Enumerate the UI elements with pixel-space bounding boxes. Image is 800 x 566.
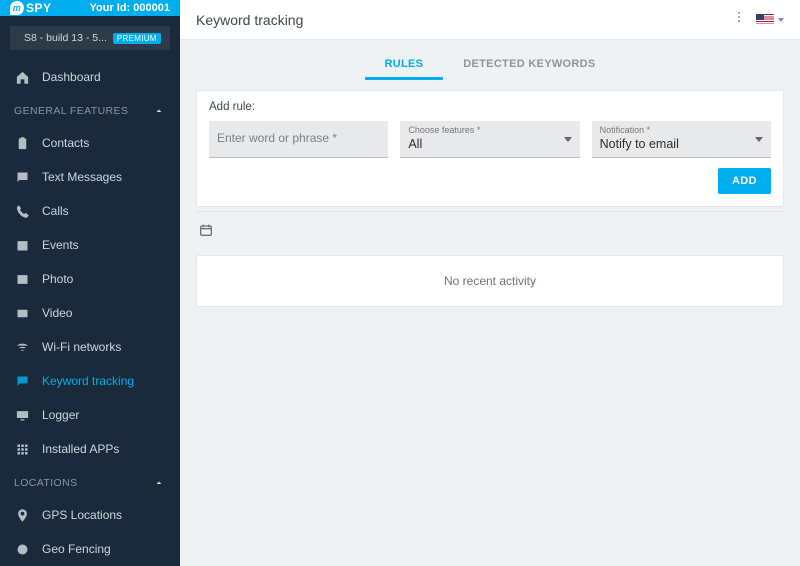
wifi-icon	[14, 339, 30, 355]
tab-bar: RULES DETECTED KEYWORDS	[180, 40, 800, 80]
notification-label: Notification *	[600, 125, 763, 135]
main-content: Keyword tracking RULES DETECTED KEYWORDS…	[180, 0, 800, 566]
sidebar-item-geo-fencing[interactable]: Geo Fencing	[0, 532, 180, 566]
target-icon	[14, 541, 30, 557]
page-title: Keyword tracking	[196, 12, 303, 28]
sidebar-item-label: Logger	[42, 408, 79, 422]
sidebar-item-dashboard[interactable]: Dashboard	[0, 60, 180, 94]
chevron-up-icon	[152, 476, 166, 490]
empty-state-text: No recent activity	[444, 274, 536, 288]
device-selector[interactable]: S8 - build 13 - 5... PREMIUM	[10, 26, 170, 50]
premium-badge: PREMIUM	[113, 33, 161, 44]
video-icon	[14, 305, 30, 321]
features-value: All	[408, 137, 571, 151]
sidebar-item-label: Keyword tracking	[42, 374, 134, 388]
clipboard-icon	[14, 135, 30, 151]
home-icon	[14, 69, 30, 85]
sidebar-item-label: Photo	[42, 272, 73, 286]
sidebar-item-label: Wi-Fi networks	[42, 340, 121, 354]
notification-value: Notify to email	[600, 137, 763, 151]
sidebar-item-label: Text Messages	[42, 170, 122, 184]
phrase-input[interactable]: Enter word or phrase *	[209, 121, 388, 158]
device-name: S8 - build 13 - 5...	[24, 32, 107, 44]
panel-title: Add rule:	[209, 101, 771, 113]
sidebar-item-logger[interactable]: Logger	[0, 398, 180, 432]
sidebar-item-label: Contacts	[42, 136, 89, 150]
chevron-up-icon	[152, 104, 166, 118]
top-bar: Keyword tracking	[180, 0, 800, 40]
section-general-features[interactable]: GENERAL FEATURES	[0, 94, 180, 126]
chevron-down-icon	[778, 18, 784, 22]
sidebar-item-gps[interactable]: GPS Locations	[0, 498, 180, 532]
sidebar-item-keyword-tracking[interactable]: Keyword tracking	[0, 364, 180, 398]
sidebar: mSPY Your Id: 000001 S8 - build 13 - 5..…	[0, 0, 180, 566]
phrase-placeholder: Enter word or phrase *	[217, 131, 380, 145]
sidebar-item-installed-apps[interactable]: Installed APPs	[0, 432, 180, 466]
image-icon	[14, 271, 30, 287]
sidebar-item-label: Geo Fencing	[42, 542, 111, 556]
sidebar-item-label: GPS Locations	[42, 508, 122, 522]
us-flag-icon	[756, 14, 774, 25]
language-selector[interactable]	[756, 14, 784, 25]
phone-icon	[14, 203, 30, 219]
grid-icon	[14, 441, 30, 457]
sidebar-item-photo[interactable]: Photo	[0, 262, 180, 296]
notification-select[interactable]: Notification * Notify to email	[592, 121, 771, 158]
chevron-down-icon	[755, 137, 763, 142]
section-title: GENERAL FEATURES	[14, 105, 128, 117]
sidebar-item-label: Video	[42, 306, 72, 320]
add-button[interactable]: ADD	[718, 168, 771, 194]
features-label: Choose features *	[408, 125, 571, 135]
sidebar-item-video[interactable]: Video	[0, 296, 180, 330]
tab-detected-keywords[interactable]: DETECTED KEYWORDS	[459, 52, 599, 80]
sidebar-item-contacts[interactable]: Contacts	[0, 126, 180, 160]
sidebar-item-label: Dashboard	[42, 70, 101, 84]
user-id: Your Id: 000001	[89, 2, 170, 14]
monitor-icon	[14, 407, 30, 423]
tab-rules[interactable]: RULES	[381, 52, 428, 80]
brand-bar: mSPY Your Id: 000001	[0, 0, 180, 16]
section-locations[interactable]: LOCATIONS	[0, 466, 180, 498]
date-filter-button[interactable]	[198, 225, 214, 242]
chat-icon	[14, 373, 30, 389]
sidebar-item-wifi[interactable]: Wi-Fi networks	[0, 330, 180, 364]
calendar-icon	[14, 237, 30, 253]
section-title: LOCATIONS	[14, 477, 78, 489]
sidebar-item-text-messages[interactable]: Text Messages	[0, 160, 180, 194]
chevron-down-icon	[564, 137, 572, 142]
brand-logo: mSPY	[10, 1, 52, 15]
activity-panel: No recent activity	[196, 255, 784, 307]
add-rule-panel: Add rule: Enter word or phrase * Choose …	[196, 90, 784, 207]
sidebar-item-events[interactable]: Events	[0, 228, 180, 262]
sidebar-item-label: Calls	[42, 204, 69, 218]
pin-icon	[14, 507, 30, 523]
sidebar-item-label: Events	[42, 238, 79, 252]
message-icon	[14, 169, 30, 185]
more-menu-button[interactable]	[732, 10, 746, 29]
sidebar-item-label: Installed APPs	[42, 442, 119, 456]
sidebar-item-calls[interactable]: Calls	[0, 194, 180, 228]
features-select[interactable]: Choose features * All	[400, 121, 579, 158]
